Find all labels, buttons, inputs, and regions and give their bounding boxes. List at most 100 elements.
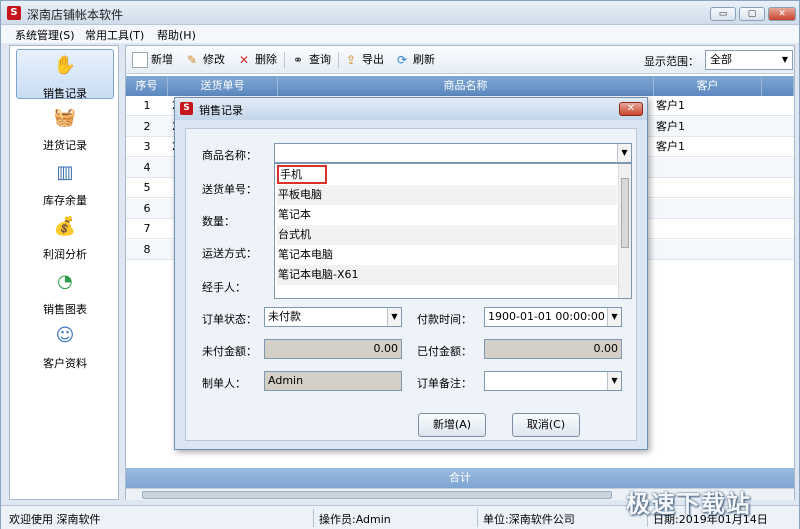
table-cell-customer [656,240,756,260]
refresh-button[interactable]: ⟳ 刷新 [394,51,435,69]
pencil-icon: ✎ [186,53,198,67]
table-cell-customer [656,219,756,239]
edit-button[interactable]: ✎ 修改 [184,51,225,69]
sidebar-item-label: 销售记录 [43,87,87,100]
dialog-cancel-button[interactable]: 取消(C) [512,413,580,437]
sidebar-item-sales[interactable]: ✋ 销售记录 [16,49,114,100]
sidebar-item-label: 进货记录 [43,139,87,152]
column-header-order[interactable]: 送货单号 [168,76,278,96]
app-logo-icon: S [180,102,193,115]
column-header-no[interactable]: 序号 [126,76,168,96]
menu-help[interactable]: 帮助(H) [157,27,196,43]
chevron-down-icon: ▼ [781,55,789,64]
query-button-label: 查询 [309,53,331,66]
delete-button[interactable]: ✕ 删除 [236,51,277,69]
creator-label: 制单人： [202,377,246,390]
add-button-label: 新增 [151,53,173,66]
order-status-select[interactable]: 未付款 ▼ [264,307,402,327]
shipping-label: 运送方式： [202,247,257,260]
remark-select[interactable]: ▼ [484,371,622,391]
product-option[interactable]: 平板电脑 [277,185,617,205]
table-cell-customer [656,199,756,219]
refresh-button-label: 刷新 [413,53,435,66]
refresh-icon: ⟳ [396,53,408,67]
unpaid-label: 未付金额： [202,345,257,358]
range-select[interactable]: 全部 ▼ [705,50,793,70]
table-cell-customer [656,158,756,178]
pay-time-label: 付款时间： [417,313,472,326]
table-cell-no: 5 [143,181,151,194]
chevron-down-icon[interactable]: ▼ [617,144,631,162]
scrollbar-thumb[interactable] [142,491,612,499]
table-cell-no: 4 [143,160,151,174]
dialog-body: 商品名称： ▼ 送货单号： 数量： 运送方式： 经手人： 手机 平板电脑 笔记本… [185,128,637,441]
table-header: 序号 送货单号 商品名称 客户 [126,76,794,96]
product-option[interactable]: 台式机 [277,225,617,245]
paid-label: 已付金额： [417,345,472,358]
remark-label: 订单备注： [417,377,472,390]
column-header-product[interactable]: 商品名称 [278,76,654,96]
dropdown-scrollbar[interactable] [618,164,631,298]
watermark-logo: 极速下载站 [626,490,751,518]
sidebar-item-customer[interactable]: ☺ 客户资料 [10,320,120,374]
product-label: 商品名称： [202,149,257,162]
product-option[interactable]: 笔记本电脑-X61 [277,265,617,285]
sidebar-item-label: 客户资料 [43,357,87,370]
export-button-label: 导出 [362,53,384,66]
table-cell-no: 8 [143,242,151,256]
sidebar-item-chart[interactable]: ◔ 销售图表 [10,266,120,320]
delete-x-icon: ✕ [238,53,250,67]
quantity-label: 数量： [202,215,235,228]
menu-system[interactable]: 系统管理(S) [15,27,75,43]
table-cell-no: 2 [143,119,151,133]
product-combobox[interactable]: ▼ [274,143,632,163]
sidebar-item-label: 利润分析 [43,248,87,261]
order-no-label: 送货单号： [202,183,257,196]
inventory-icon: ▥ [56,162,74,183]
product-option[interactable]: 手机 [277,165,327,184]
add-button[interactable]: 新增 [132,51,173,69]
dialog-title-bar: S 销售记录 ✕ [175,98,647,120]
maximize-button[interactable]: ▢ [739,7,765,21]
query-button[interactable]: ⚭ 查询 [290,51,331,69]
scrollbar-thumb[interactable] [621,178,629,248]
toolbar-separator [338,52,339,68]
dialog-add-button[interactable]: 新增(A) [418,413,486,437]
new-document-icon [132,52,148,68]
chevron-down-icon[interactable]: ▼ [607,372,621,390]
product-option[interactable]: 笔记本电脑 [277,245,617,265]
column-header-customer[interactable]: 客户 [654,76,762,96]
pay-time-picker[interactable]: 1900-01-01 00:00:00 ▼ [484,307,622,327]
sidebar-item-inventory[interactable]: ▥ 库存余量 [10,157,120,211]
table-cell-no: 3 [143,140,151,153]
close-button[interactable]: ✕ [768,7,796,21]
pay-time-value: 1900-01-01 00:00:00 [488,310,605,323]
handler-label: 经手人： [202,281,246,294]
edit-button-label: 修改 [203,53,225,66]
status-welcome: 欢迎使用 深南软件 [9,513,101,526]
table-cell-no: 7 [143,222,151,235]
status-separator [313,509,314,527]
creator-field: Admin [264,371,402,391]
menu-tools[interactable]: 常用工具(T) [85,27,144,43]
pie-chart-icon: ◔ [57,271,73,292]
window-title: 深南店铺帐本软件 [27,8,124,22]
toolbar: 新增 ✎ 修改 ✕ 删除 ⚭ 查询 ⇪ 导出 ⟳ 刷新 显示范围： 全部 ▼ [126,46,794,74]
export-button[interactable]: ⇪ 导出 [343,51,384,69]
dialog-close-button[interactable]: ✕ [619,102,643,116]
product-option[interactable]: 笔记本 [277,205,617,225]
chevron-down-icon[interactable]: ▼ [607,308,621,326]
table-cell-customer: 客户1 [656,99,685,112]
range-value: 全部 [710,53,732,66]
table-cell-customer: 客户1 [656,140,685,153]
sidebar-item-purchase[interactable]: 🧺 进货记录 [10,102,120,156]
product-dropdown-list: 手机 平板电脑 笔记本 台式机 笔记本电脑 笔记本电脑-X61 [274,163,632,299]
chevron-down-icon[interactable]: ▼ [387,308,401,326]
paid-amount-field: 0.00 [484,339,622,359]
table-cell-no: 1 [143,99,151,112]
sidebar-item-profit[interactable]: 💰 利润分析 [10,211,120,265]
table-cell-no: 6 [143,201,151,215]
minimize-button[interactable]: ▭ [710,7,736,21]
toolbar-separator [284,52,285,68]
title-bar: S 深南店铺帐本软件 ▭ ▢ ✕ [1,1,799,25]
